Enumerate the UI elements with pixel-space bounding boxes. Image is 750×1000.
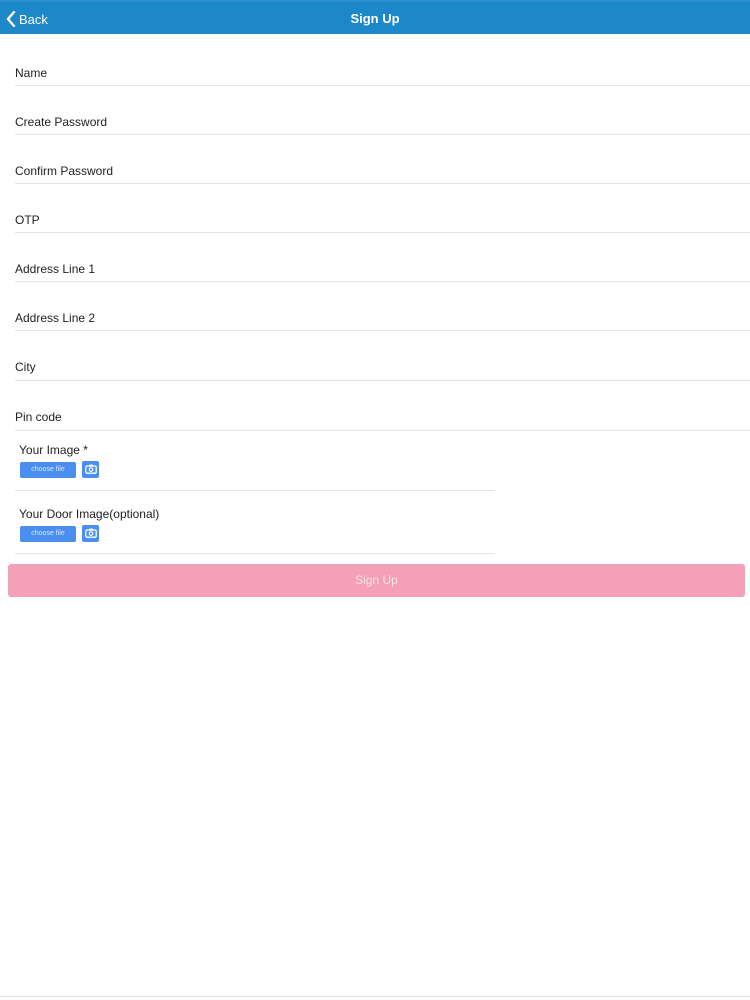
address-line-1-input[interactable] <box>0 233 750 282</box>
city-field[interactable]: City <box>0 331 750 381</box>
bottom-divider <box>0 996 750 997</box>
page-title: Sign Up <box>350 11 400 26</box>
address-line-2-field[interactable]: Address Line 2 <box>0 282 750 331</box>
choose-file-button[interactable]: choose file <box>20 462 76 478</box>
camera-button[interactable] <box>82 461 99 478</box>
confirm-password-input[interactable] <box>0 135 750 184</box>
choose-file-button[interactable]: choose file <box>20 526 76 542</box>
field-divider <box>15 490 495 491</box>
door-image-upload: Your Door Image(optional) choose file <box>0 495 500 559</box>
address-line-1-field[interactable]: Address Line 1 <box>0 233 750 282</box>
confirm-password-field[interactable]: Confirm Password <box>0 135 750 184</box>
camera-button[interactable] <box>82 525 99 542</box>
field-divider <box>15 553 495 554</box>
city-input[interactable] <box>0 331 750 380</box>
address-line-2-input[interactable] <box>0 282 750 331</box>
your-image-upload: Your Image * choose file <box>0 431 500 495</box>
camera-icon <box>84 525 97 543</box>
sign-up-button[interactable]: Sign Up <box>8 564 745 597</box>
your-image-label: Your Image * <box>19 443 88 457</box>
create-password-field[interactable]: Create Password <box>0 86 750 135</box>
camera-icon <box>84 461 97 479</box>
name-field[interactable]: Name <box>0 37 750 86</box>
pin-code-field[interactable]: Pin code <box>0 381 750 431</box>
pin-code-input[interactable] <box>0 381 750 430</box>
otp-input[interactable] <box>0 184 750 233</box>
otp-field[interactable]: OTP <box>0 184 750 233</box>
signup-page: Back Sign Up Name Create Password Confir… <box>0 0 750 1000</box>
create-password-input[interactable] <box>0 86 750 135</box>
door-image-label: Your Door Image(optional) <box>19 507 160 521</box>
navigation-bar: Back Sign Up <box>0 0 750 34</box>
name-input[interactable] <box>0 37 750 86</box>
